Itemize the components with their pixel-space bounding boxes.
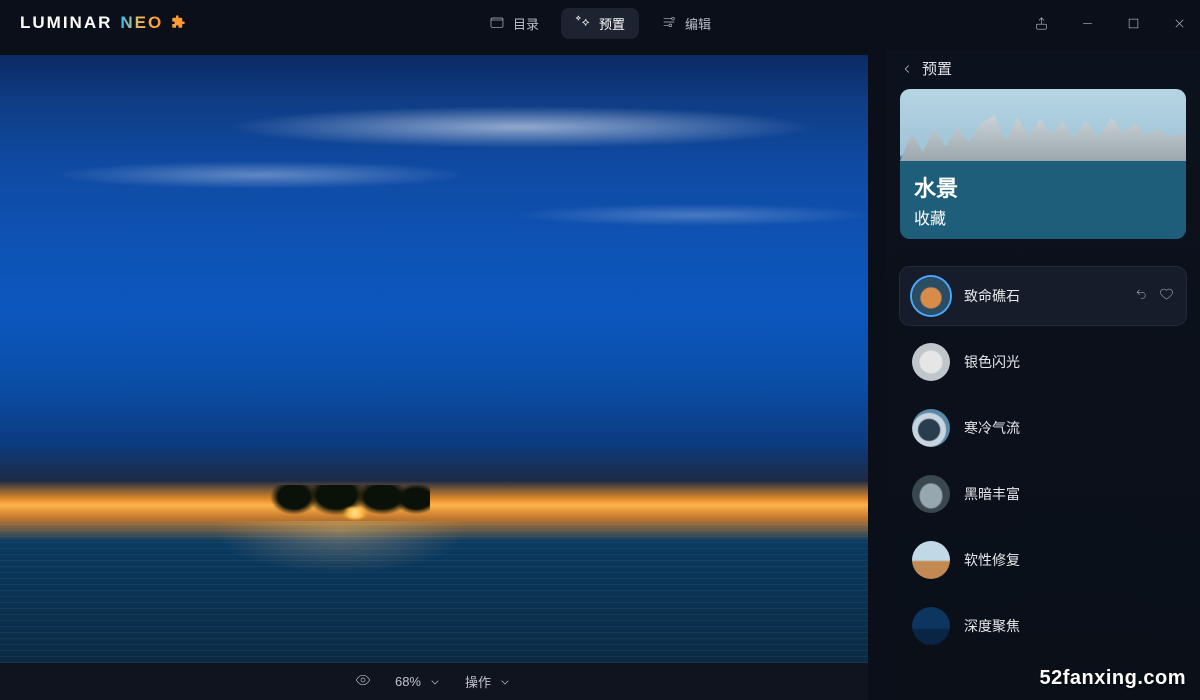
puzzle-icon [171, 14, 186, 33]
preset-label: 软性修复 [964, 550, 1174, 570]
preset-item[interactable]: 软性修复 [900, 531, 1186, 589]
hero-title-block: 水景 收藏 [914, 171, 958, 229]
zoom-dropdown[interactable]: 68% [395, 674, 443, 690]
operations-label: 操作 [465, 672, 491, 691]
eye-icon[interactable] [355, 672, 371, 691]
preset-actions [1134, 286, 1174, 306]
maximize-button[interactable] [1120, 10, 1146, 36]
zoom-value: 68% [395, 674, 421, 689]
logo-text-1: LUMINAR [20, 13, 112, 33]
sliders-icon [661, 14, 677, 33]
preset-thumb [912, 607, 950, 645]
preset-item[interactable]: 致命礁石 [900, 267, 1186, 325]
image-canvas[interactable] [0, 55, 868, 663]
watermark-text: 52fanxing.com [1039, 667, 1186, 690]
chevron-down-icon [497, 674, 513, 690]
hero-title: 水景 [914, 171, 958, 203]
window-controls [1028, 0, 1192, 46]
nav-catalog-label: 目录 [513, 14, 539, 33]
folder-icon [489, 14, 505, 33]
heart-icon[interactable] [1159, 286, 1174, 306]
preset-item[interactable]: 寒冷气流 [900, 399, 1186, 457]
preset-thumb [912, 343, 950, 381]
hero-skyline [900, 115, 1186, 161]
preset-label: 致命礁石 [964, 286, 1120, 306]
sidebar-back-label: 预置 [922, 58, 952, 79]
canvas-sun [340, 507, 370, 519]
preset-thumb [912, 475, 950, 513]
canvas-clouds [0, 95, 868, 255]
nav-presets[interactable]: 预置 [561, 8, 639, 39]
preset-list: 致命礁石银色闪光寒冷气流黑暗丰富软性修复深度聚焦 [900, 267, 1186, 655]
undo-icon[interactable] [1134, 286, 1149, 306]
preset-collection-hero[interactable]: 水景 收藏 [900, 89, 1186, 239]
sidebar: 预置 水景 收藏 致命礁石银色闪光寒冷气流黑暗丰富软性修复深度聚焦 [886, 50, 1200, 700]
share-button[interactable] [1028, 10, 1054, 36]
chevron-down-icon [427, 674, 443, 690]
preset-item[interactable]: 深度聚焦 [900, 597, 1186, 655]
preset-thumb [912, 541, 950, 579]
preset-item[interactable]: 黑暗丰富 [900, 465, 1186, 523]
preset-item[interactable]: 银色闪光 [900, 333, 1186, 391]
top-nav: 目录 预置 编辑 [475, 8, 725, 39]
chevron-left-icon [900, 62, 914, 76]
nav-edit-label: 编辑 [685, 14, 711, 33]
hero-subtitle: 收藏 [914, 205, 958, 229]
close-button[interactable] [1166, 10, 1192, 36]
preset-label: 寒冷气流 [964, 418, 1174, 438]
logo-text-2: NEO [120, 13, 163, 33]
sidebar-back[interactable]: 预置 [900, 58, 1186, 79]
sparkle-icon [575, 14, 591, 33]
preset-label: 黑暗丰富 [964, 484, 1174, 504]
title-bar: LUMINAR NEO 目录 预置 编辑 [0, 0, 1200, 46]
preset-label: 银色闪光 [964, 352, 1174, 372]
nav-catalog[interactable]: 目录 [475, 8, 553, 39]
app-logo: LUMINAR NEO [20, 13, 186, 33]
preset-thumb [912, 409, 950, 447]
preset-thumb [912, 277, 950, 315]
canvas-water [0, 521, 868, 663]
nav-edit[interactable]: 编辑 [647, 8, 725, 39]
preset-label: 深度聚焦 [964, 616, 1174, 636]
nav-presets-label: 预置 [599, 14, 625, 33]
minimize-button[interactable] [1074, 10, 1100, 36]
operations-dropdown[interactable]: 操作 [465, 672, 513, 691]
canvas-footer: 68% 操作 [0, 663, 868, 700]
